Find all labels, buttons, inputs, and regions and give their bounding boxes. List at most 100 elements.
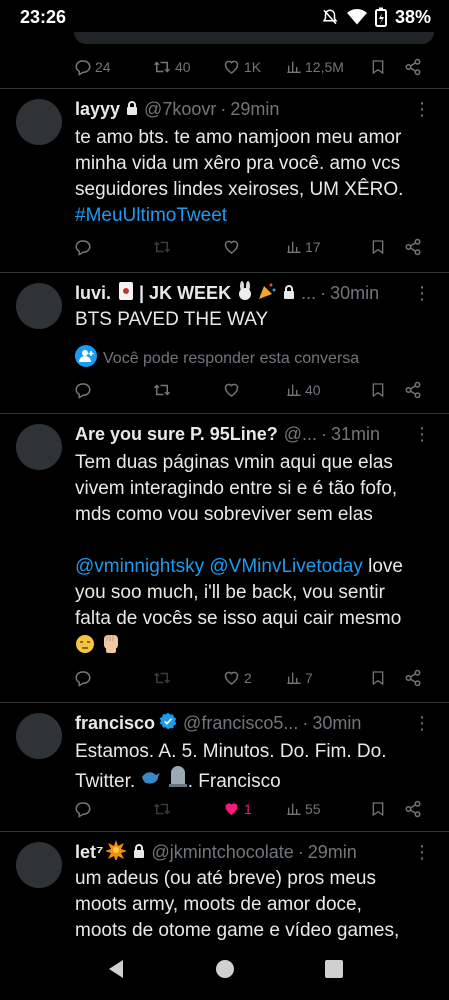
tweet-actions: 24 40 1K 12,5M xyxy=(0,46,449,88)
more-options-icon[interactable]: ⋮ xyxy=(413,842,431,863)
views-button[interactable]: 12,5M xyxy=(286,58,370,76)
back-icon[interactable] xyxy=(107,959,125,984)
wifi-icon xyxy=(346,8,367,26)
share-button[interactable] xyxy=(404,669,422,687)
timestamp[interactable]: 30min xyxy=(330,283,379,304)
handle[interactable]: @7koovr xyxy=(144,99,216,120)
more-options-icon[interactable]: ⋮ xyxy=(413,424,431,445)
avatar[interactable] xyxy=(16,283,62,329)
tweet-header: luvi. | JK WEEK ... · 30min xyxy=(75,281,433,305)
bookmark-button[interactable] xyxy=(370,58,404,76)
tweet-header: Are you sure P. 95Line? @... · 31min xyxy=(75,423,381,445)
reply-button[interactable] xyxy=(74,238,152,256)
views-button[interactable]: 40 xyxy=(286,381,370,399)
bookmark-icon xyxy=(372,671,384,686)
like-button[interactable] xyxy=(222,238,286,256)
tweet-text: Estamos. A. 5. Minutos. Do. Fim. Do. Twi… xyxy=(75,739,433,795)
bookmark-button[interactable] xyxy=(370,381,404,399)
timestamp[interactable]: 29min xyxy=(308,842,357,863)
views-button[interactable]: 55 xyxy=(286,800,370,818)
mention-link[interactable]: @vminnightsky xyxy=(75,556,204,577)
collision-emoji-icon xyxy=(105,840,128,864)
view-count: 17 xyxy=(305,239,321,255)
tweet-text: te amo bts. te amo namjoon meu amor minh… xyxy=(75,125,433,229)
retweet-icon xyxy=(153,241,171,253)
timestamp[interactable]: 29min xyxy=(230,99,279,120)
more-options-icon[interactable]: ⋮ xyxy=(413,99,431,120)
like-button[interactable]: 1 xyxy=(222,800,286,818)
display-name[interactable]: Are you sure P. 95Line? xyxy=(75,424,278,445)
previous-tweet-media[interactable] xyxy=(74,32,434,44)
hashtag-link[interactable]: #MeuUltimoTweet xyxy=(75,203,433,229)
share-button[interactable] xyxy=(404,58,422,76)
reply-button[interactable]: 24 xyxy=(74,58,152,76)
retweet-button[interactable] xyxy=(152,669,222,687)
retweet-button[interactable] xyxy=(152,238,222,256)
views-icon xyxy=(287,803,301,815)
clock: 23:26 xyxy=(20,6,67,27)
bookmark-button[interactable] xyxy=(370,800,404,818)
mention-link[interactable]: @VMinvLivetoday xyxy=(209,556,362,577)
reply-button[interactable] xyxy=(74,800,152,818)
lock-icon xyxy=(126,99,138,120)
tweet-text-line: te amo bts. te amo namjoon meu amor xyxy=(75,127,402,148)
like-button[interactable] xyxy=(222,381,286,399)
avatar[interactable] xyxy=(16,713,62,759)
share-icon xyxy=(405,238,421,256)
timestamp[interactable]: 30min xyxy=(312,713,361,734)
tweet-actions: 40 xyxy=(0,370,449,410)
display-name[interactable]: francisco xyxy=(75,713,155,734)
home-icon[interactable] xyxy=(215,959,235,984)
reply-button[interactable] xyxy=(74,669,152,687)
display-name[interactable]: layyy xyxy=(75,99,120,120)
avatar[interactable] xyxy=(16,842,62,888)
more-options-icon[interactable]: ⋮ xyxy=(413,713,431,734)
more-options-icon[interactable]: ⋮ xyxy=(413,283,431,304)
retweet-button[interactable] xyxy=(152,381,222,399)
display-name[interactable]: luvi. xyxy=(75,283,111,304)
views-icon xyxy=(287,672,301,684)
like-count: 1K xyxy=(244,59,262,75)
share-icon xyxy=(405,669,421,687)
reply-button[interactable] xyxy=(74,381,152,399)
recents-icon[interactable] xyxy=(324,959,343,983)
handle[interactable]: @jkmintchocolate xyxy=(151,842,293,863)
reply-count: 24 xyxy=(95,59,111,75)
tweet-are-you-sure[interactable]: ⋮ Are you sure P. 95Line? @... · 31min T… xyxy=(0,414,449,702)
handle[interactable]: ... xyxy=(301,283,316,304)
tweet-text-line: falta de vocês se isso aqui cair mesmo xyxy=(75,608,402,629)
retweet-button[interactable] xyxy=(152,800,222,818)
tweet-layyy[interactable]: ⋮ layyy @7koovr · 29min te amo bts. te a… xyxy=(0,89,449,272)
views-button[interactable]: 17 xyxy=(286,238,370,256)
avatar[interactable] xyxy=(16,424,62,470)
tweet-text-line: seguidores lindes xeiroses, UM XÊRO. xyxy=(75,179,404,200)
share-button[interactable] xyxy=(404,800,422,818)
view-count: 55 xyxy=(305,801,321,817)
like-button[interactable]: 2 xyxy=(222,669,286,687)
like-button[interactable]: 1K xyxy=(222,58,286,76)
retweet-button[interactable]: 40 xyxy=(152,58,222,76)
display-name-suffix[interactable]: | JK WEEK xyxy=(139,283,231,304)
bookmark-button[interactable] xyxy=(370,238,404,256)
timestamp[interactable]: 31min xyxy=(331,424,380,445)
handle[interactable]: @francisco5... xyxy=(183,713,298,734)
retweet-count: 40 xyxy=(175,59,191,75)
bookmark-button[interactable] xyxy=(370,669,404,687)
views-icon xyxy=(287,61,301,73)
tweet-luvi[interactable]: ⋮ luvi. | JK WEEK ... · 30min BTS PAVED … xyxy=(0,273,449,413)
tweet-francisco[interactable]: ⋮ francisco @francisco5... · 30min Estam… xyxy=(0,703,449,831)
handle[interactable]: @... xyxy=(284,424,317,445)
reply-icon xyxy=(75,240,91,256)
view-count: 7 xyxy=(305,670,313,686)
tweet-text-line: mds como vou sobreviver sem elas xyxy=(75,504,373,525)
retweet-icon xyxy=(153,672,171,684)
tweet-text: BTS PAVED THE WAY xyxy=(75,309,269,330)
like-count: 2 xyxy=(244,670,252,686)
share-button[interactable] xyxy=(404,381,422,399)
display-name[interactable]: let⁷ xyxy=(75,842,103,863)
avatar[interactable] xyxy=(16,99,62,145)
view-count: 12,5M xyxy=(305,59,344,75)
views-button[interactable]: 7 xyxy=(286,669,370,687)
rabbit-emoji-icon xyxy=(235,281,255,305)
share-button[interactable] xyxy=(404,238,422,256)
